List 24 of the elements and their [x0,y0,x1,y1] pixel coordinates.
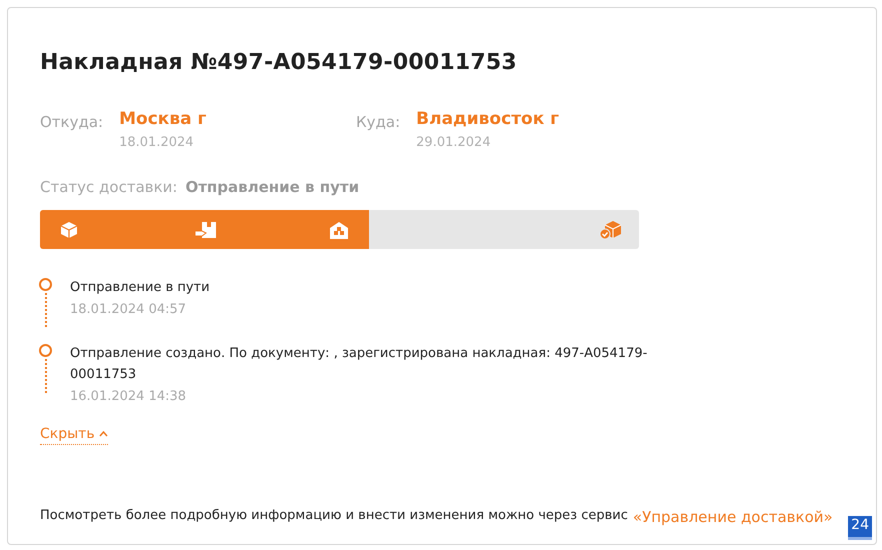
footer-text: Посмотреть более подробную информацию и внести изменения можно через сервис [40,508,628,525]
event-time: 16.01.2024 14:38 [70,389,188,404]
city-name: Москва г [119,109,206,129]
timeline-dot [39,278,52,291]
caret-icon [98,431,108,437]
route-label: Куда: [356,113,400,133]
box-icon [59,220,79,238]
city-name: Владивосток г [416,109,560,129]
badge: 24 [848,516,872,540]
status-label: Статус доставки: [40,178,178,196]
warehouse-icon [329,220,349,238]
box-check-icon [599,220,623,240]
route-date: 18.01.2024 [119,135,195,150]
route-date: 29.01.2024 [416,135,492,150]
event-time: 18.01.2024 04:57 [70,302,188,317]
event-text: Отправление в пути [70,279,211,297]
status-value: Отправление в пути [185,178,360,196]
timeline-dot [39,344,52,357]
hide-toggle[interactable]: Скрыть [40,426,108,445]
waybill-title: Накладная №497-A054179-00011753 [40,50,518,75]
route-label: Откуда: [40,113,104,133]
box-hand-icon [194,220,218,240]
event-text: Отправление создано. По документу: , зарегистрирована накладная: 497-A054179-00011753 [70,345,648,384]
delivery-management-link[interactable]: «Управление доставкой» [632,508,833,526]
